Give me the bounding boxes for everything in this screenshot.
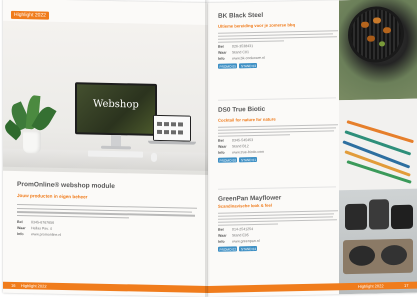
promo-pill: PROMO 02 [218, 246, 238, 252]
issue-tag: Highlight 2022 [11, 10, 49, 20]
stand-pill: STAND 04 [239, 246, 258, 252]
garden-tools-photo [339, 98, 417, 191]
pill-row: PROMO 02 STAND 04 [218, 244, 338, 252]
page-number: 16 [11, 282, 16, 288]
article-subtitle: Jouw producten in eigen beheer [17, 192, 88, 200]
article-body [17, 203, 197, 220]
right-page: BK Black Steel Ultieme bereiding voor je… [208, 0, 417, 297]
article-body [218, 30, 338, 43]
article-divider [218, 186, 336, 190]
article-subtitle: Cocktail for nature for nature [218, 116, 276, 123]
mouse [151, 152, 157, 162]
detail-row: Info www.greenpan.nl [218, 239, 260, 244]
detail-row: Info www.true-biotic.com [218, 149, 265, 155]
bbq-photo [339, 0, 417, 101]
book-spine [205, 0, 210, 297]
laptop-screen [154, 115, 190, 141]
article-body [218, 210, 338, 226]
article-title: PromOnline® webshop module [17, 180, 115, 191]
article-greenpan-mayflower: GreenPan Mayflower Scandinavische look &… [218, 193, 338, 252]
article-body [218, 124, 338, 137]
plant-pot [23, 131, 41, 154]
monitor-foot [101, 145, 131, 150]
footer-label: Highlight 2022 [358, 283, 384, 289]
webshop-screen-text: Webshop [93, 98, 139, 111]
laptop [153, 114, 191, 142]
pill-row: PROMO 08 STAND 01 [218, 155, 338, 163]
article-ds0-true-biotic: DS0 True Biotic Cocktail for nature for … [218, 104, 338, 163]
monitor-screen: Webshop [77, 84, 155, 134]
article-subtitle: Ultieme bereiding voor je zomerse bbq [218, 22, 296, 29]
cookware-photo [339, 188, 417, 295]
left-article: PromOnline® webshop module Jouw producte… [17, 181, 197, 240]
article-title: BK Black Steel [218, 11, 264, 20]
stand-pill: STAND 03 [239, 63, 258, 69]
contact-details: Bel 0345-6767656 Waar Hellas Pav. 4 Info… [17, 220, 197, 240]
promo-pill: PROMO 05 [218, 63, 238, 69]
footer-label: Highlight 2022 [21, 283, 47, 289]
article-divider [218, 97, 336, 101]
page-number: 17 [404, 282, 409, 288]
promo-pill: PROMO 08 [218, 157, 238, 163]
article-title: DS0 True Biotic [218, 105, 266, 114]
desktop-monitor: Webshop [75, 82, 157, 136]
article-bk-black-steel: BK Black Steel Ultieme bereiding voor je… [218, 10, 338, 69]
left-page: Highlight 2022 Webshop PromOnline® websh… [3, 0, 208, 297]
stand-pill: STAND 01 [239, 157, 258, 163]
magazine-spread: Highlight 2022 Webshop PromOnline® websh… [0, 0, 417, 297]
pill-row: PROMO 05 STAND 03 [218, 61, 338, 69]
page-footer: 16 Highlight 2022 [3, 281, 208, 293]
keyboard [88, 150, 143, 158]
detail-row: Info www.bk-cookware.nl [218, 55, 265, 61]
